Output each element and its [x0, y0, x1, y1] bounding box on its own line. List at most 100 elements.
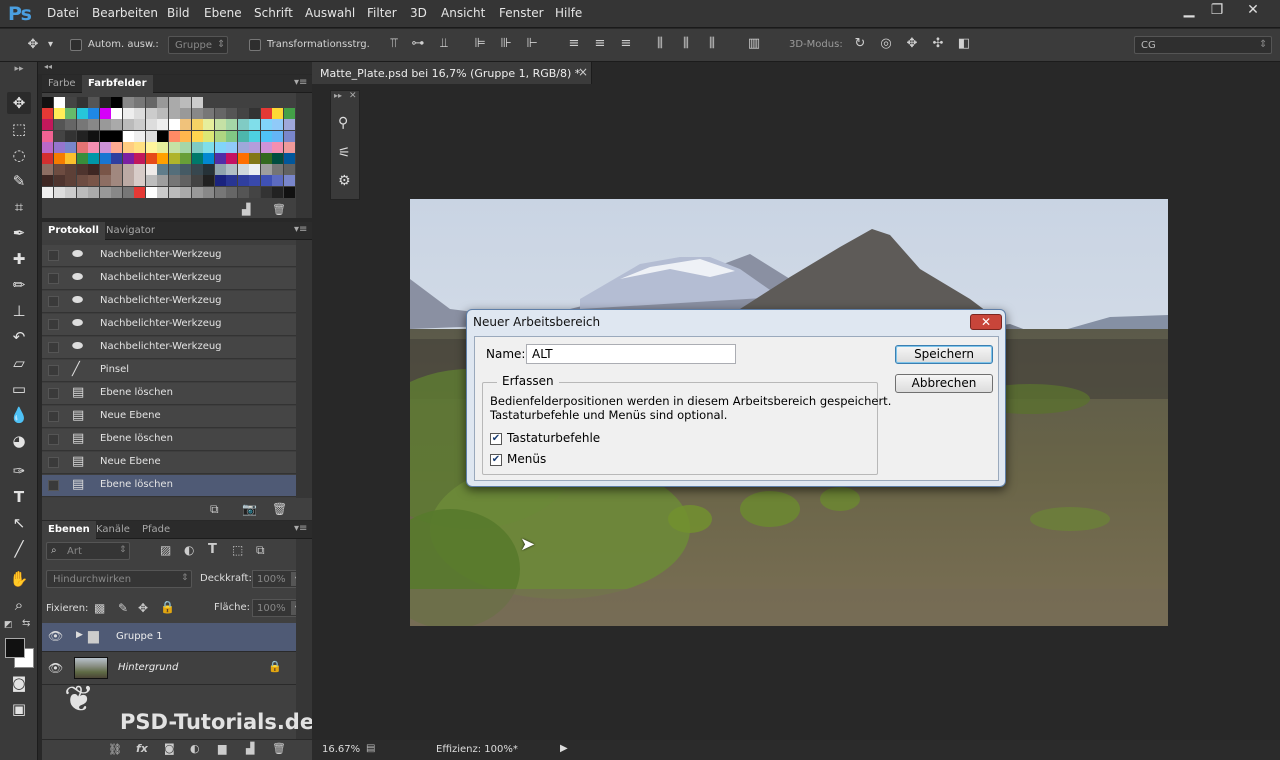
- close-icon[interactable]: ✕: [970, 314, 1002, 330]
- color-swatch[interactable]: [203, 186, 214, 198]
- color-swatch[interactable]: [65, 119, 76, 131]
- align-hcenter-icon[interactable]: ⊪: [498, 36, 514, 51]
- history-item[interactable]: ⬬ Nachbelichter-Werkzeug: [42, 268, 296, 290]
- color-swatch[interactable]: [42, 164, 53, 176]
- color-swatch[interactable]: [134, 108, 145, 120]
- color-swatch[interactable]: [65, 108, 76, 120]
- color-swatch[interactable]: [88, 141, 99, 153]
- color-swatch[interactable]: [260, 186, 272, 198]
- tab-navigator[interactable]: Navigator: [100, 222, 161, 240]
- tool-preset-arrow-icon[interactable]: ▾: [48, 39, 53, 50]
- color-swatch[interactable]: [226, 164, 237, 176]
- color-swatch[interactable]: [122, 186, 134, 198]
- color-swatch[interactable]: [111, 153, 122, 164]
- color-swatch[interactable]: [168, 153, 180, 164]
- color-swatch[interactable]: [191, 108, 203, 120]
- name-input[interactable]: ALT: [526, 344, 736, 364]
- layer-filter-dropdown[interactable]: ⌕ Art ⇕: [46, 542, 130, 560]
- foreground-color-swatch[interactable]: [5, 638, 25, 658]
- color-swatch[interactable]: [122, 141, 134, 153]
- history-brush-tool-icon[interactable]: ↶: [7, 326, 31, 348]
- history-item[interactable]: ▤ Neue Ebene: [42, 452, 296, 474]
- zoom-level[interactable]: 16.67%: [322, 744, 360, 755]
- color-swatch[interactable]: [42, 153, 53, 164]
- close-tab-icon[interactable]: ×: [578, 65, 588, 79]
- collapse-toolbar-icon[interactable]: ▸▸: [7, 64, 31, 74]
- history-source-checkbox[interactable]: [48, 319, 59, 330]
- color-swatch[interactable]: [168, 119, 180, 131]
- keyboard-shortcuts-label[interactable]: Tastaturbefehle: [507, 431, 600, 445]
- color-swatch[interactable]: [88, 108, 99, 120]
- tab-farbfelder[interactable]: Farbfelder: [82, 75, 153, 93]
- color-swatch[interactable]: [122, 108, 134, 120]
- distribute-vcenter-icon[interactable]: ≡: [592, 36, 608, 51]
- menu-bild[interactable]: Bild: [167, 6, 190, 20]
- menu-3d[interactable]: 3D: [410, 6, 427, 20]
- color-swatch[interactable]: [76, 141, 88, 153]
- color-swatch[interactable]: [157, 119, 168, 131]
- 3d-rotate-icon[interactable]: ↻: [851, 36, 869, 51]
- color-swatch[interactable]: [249, 153, 260, 164]
- color-swatch[interactable]: [145, 108, 157, 120]
- stamp-tool-icon[interactable]: ⊥: [7, 300, 31, 322]
- color-swatch[interactable]: [180, 153, 191, 164]
- color-swatch[interactable]: [88, 130, 99, 142]
- color-swatch[interactable]: [88, 186, 99, 198]
- menus-label[interactable]: Menüs: [507, 452, 546, 466]
- color-swatch[interactable]: [99, 164, 111, 176]
- color-swatch[interactable]: [134, 141, 145, 153]
- lock-all-icon[interactable]: 🔒: [160, 600, 175, 614]
- color-swatch[interactable]: [65, 153, 76, 164]
- distribute-hcenter-icon[interactable]: ⫼: [678, 36, 694, 51]
- menu-fenster[interactable]: Fenster: [499, 6, 544, 20]
- panel-menu-icon[interactable]: ▾≡: [294, 224, 307, 235]
- 3d-drag-icon[interactable]: ✥: [903, 36, 921, 51]
- color-swatch[interactable]: [122, 130, 134, 142]
- align-bottom-icon[interactable]: ⫫: [436, 36, 452, 51]
- 3d-slide-icon[interactable]: ✣: [929, 36, 947, 51]
- color-swatch[interactable]: [283, 164, 295, 176]
- color-swatch[interactable]: [157, 175, 168, 187]
- color-swatch[interactable]: [42, 97, 53, 108]
- color-swatch[interactable]: [42, 186, 53, 198]
- workspace-dropdown[interactable]: CG ⇕: [1134, 36, 1272, 54]
- status-menu-arrow-icon[interactable]: ▶: [560, 743, 568, 754]
- history-item[interactable]: ▤ Ebene löschen: [42, 475, 296, 497]
- line-tool-icon[interactable]: ╱: [7, 538, 31, 560]
- color-swatch[interactable]: [214, 186, 226, 198]
- history-item[interactable]: ▤ Ebene löschen: [42, 429, 296, 451]
- color-swatch[interactable]: [53, 130, 65, 142]
- color-swatch[interactable]: [180, 130, 191, 142]
- color-swatch[interactable]: [53, 97, 65, 108]
- transform-controls-checkbox[interactable]: [249, 39, 261, 51]
- color-swatch[interactable]: [283, 119, 295, 131]
- color-swatch[interactable]: [111, 108, 122, 120]
- dodge-tool-icon[interactable]: ◕: [7, 430, 31, 452]
- color-swatch[interactable]: [76, 119, 88, 131]
- color-swatch[interactable]: [237, 153, 249, 164]
- color-swatch[interactable]: [180, 97, 191, 108]
- color-swatch[interactable]: [272, 119, 283, 131]
- brush-tool-icon[interactable]: ✏: [7, 274, 31, 296]
- color-swatch[interactable]: [145, 175, 157, 187]
- collapse-panels-icon[interactable]: ◂◂: [44, 62, 52, 71]
- color-swatch[interactable]: [168, 164, 180, 176]
- color-swatch[interactable]: [226, 175, 237, 187]
- restore-icon[interactable]: ❐: [1200, 0, 1234, 20]
- color-swatch[interactable]: [272, 141, 283, 153]
- color-swatch[interactable]: [226, 130, 237, 142]
- color-swatch[interactable]: [203, 141, 214, 153]
- visibility-eye-icon[interactable]: 👁: [48, 629, 63, 643]
- expand-arrow-icon[interactable]: ▶: [76, 630, 83, 640]
- color-swatch[interactable]: [76, 186, 88, 198]
- close-icon[interactable]: ✕: [349, 91, 357, 101]
- color-swatch[interactable]: [249, 164, 260, 176]
- color-swatch[interactable]: [180, 119, 191, 131]
- color-swatch[interactable]: [42, 130, 53, 142]
- color-swatch[interactable]: [191, 186, 203, 198]
- color-swatch[interactable]: [99, 141, 111, 153]
- color-swatch[interactable]: [111, 97, 122, 108]
- color-swatch[interactable]: [191, 164, 203, 176]
- swatches-scrollbar[interactable]: [296, 93, 312, 218]
- color-swatch[interactable]: [134, 153, 145, 164]
